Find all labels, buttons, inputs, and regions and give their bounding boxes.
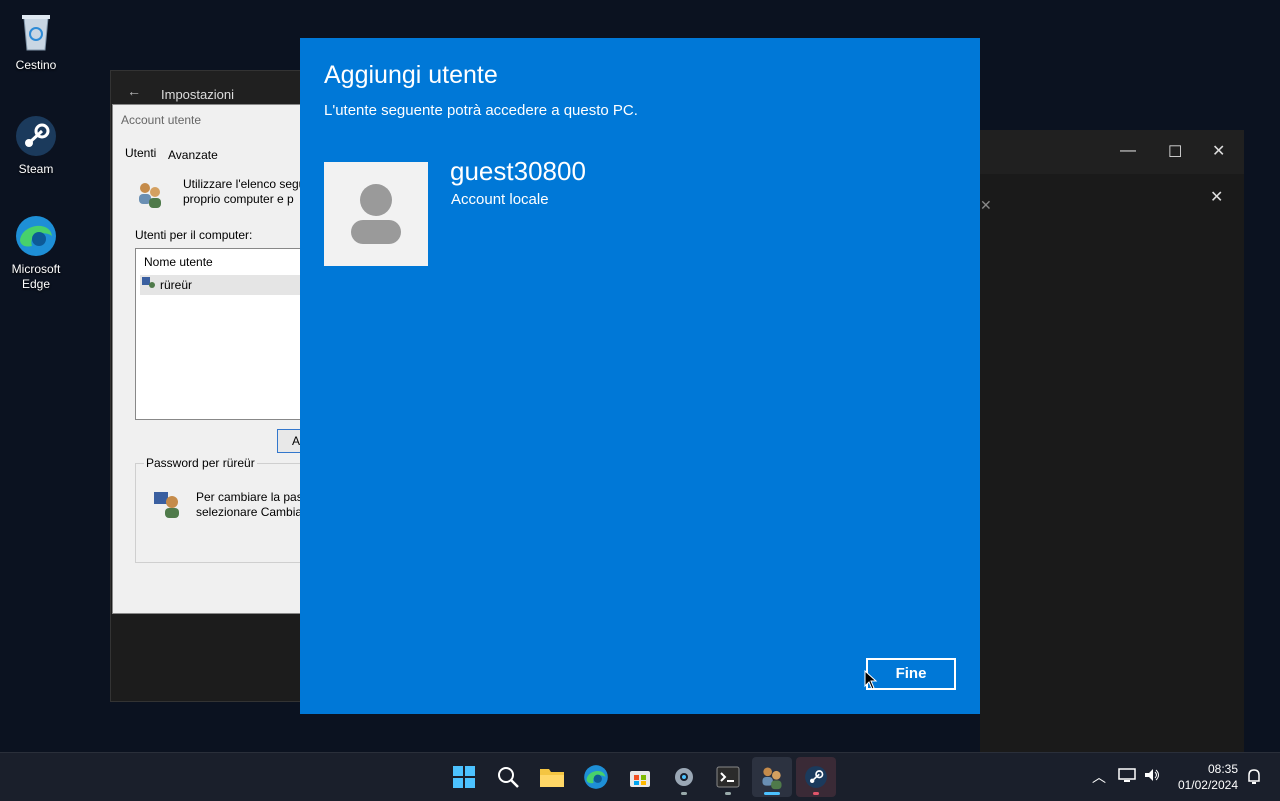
password-group: Password per rüreür Per cambiare la pas … <box>135 456 313 563</box>
edge-icon <box>14 214 58 258</box>
attention-indicator <box>813 792 819 795</box>
taskbar-file-explorer[interactable] <box>532 757 572 797</box>
clock-date[interactable]: 01/02/2024 <box>1178 778 1238 792</box>
password-group-title: Password per rüreür <box>144 456 257 470</box>
desktop-icon-label: Steam <box>18 162 54 176</box>
search-icon <box>498 767 519 788</box>
close-icon[interactable]: ✕ <box>1210 187 1223 207</box>
dialog-title: Account utente <box>121 113 202 127</box>
edge-icon <box>584 765 608 789</box>
tab-users[interactable]: Utenti <box>125 146 156 160</box>
user-silhouette-icon <box>351 184 401 244</box>
password-text: Per cambiare la pas selezionare Cambia <box>196 490 303 519</box>
chevron-up-icon[interactable]: ︿ <box>1092 767 1106 787</box>
background-window: — ☐ ✕ ✕ ✕ <box>980 130 1244 752</box>
desktop-icon-label: Cestino <box>15 58 57 72</box>
background-window-titlebar: — ☐ ✕ <box>980 130 1244 174</box>
taskbar-settings[interactable] <box>664 757 704 797</box>
list-item-label: rüreür <box>160 278 193 292</box>
modal-title: Aggiungi utente <box>324 61 498 89</box>
settings-icon <box>675 768 693 786</box>
taskbar-edge[interactable] <box>576 757 616 797</box>
done-button[interactable]: Fine <box>866 658 956 690</box>
steam-icon <box>14 114 58 158</box>
user-accounts-icon <box>762 767 782 790</box>
users-label: Utenti per il computer: <box>135 228 253 242</box>
notification-icon[interactable] <box>1246 768 1262 791</box>
avatar <box>324 162 428 266</box>
running-indicator <box>681 792 687 795</box>
desktop-icon-steam[interactable]: Steam <box>0 114 72 177</box>
start-button[interactable] <box>444 757 484 797</box>
start-icon <box>453 766 475 788</box>
close-icon[interactable]: ✕ <box>980 197 992 214</box>
user-password-icon <box>152 488 184 523</box>
terminal-icon <box>716 766 740 788</box>
store-icon <box>630 771 650 787</box>
user-icon <box>142 277 156 294</box>
desktop-icon-recycle-bin[interactable]: Cestino <box>0 10 72 73</box>
user-accounts-dialog: Account utente Utenti Avanzate Utilizzar… <box>112 104 317 614</box>
username: guest30800 <box>450 156 586 186</box>
intro-text: Utilizzare l'elenco segu proprio compute… <box>183 177 306 206</box>
users-list[interactable]: Nome utente rüreür <box>135 248 317 420</box>
network-icon[interactable] <box>1118 767 1136 788</box>
steam-icon <box>805 766 827 788</box>
active-indicator <box>764 792 780 795</box>
mouse-cursor-icon <box>864 669 878 695</box>
taskbar-user-accounts[interactable] <box>752 757 792 797</box>
list-item[interactable]: rüreür <box>140 275 312 295</box>
taskbar-store[interactable] <box>620 757 660 797</box>
file-explorer-icon <box>540 769 564 787</box>
search-button[interactable] <box>488 757 528 797</box>
close-icon[interactable]: ✕ <box>1212 141 1225 161</box>
running-indicator <box>725 792 731 795</box>
add-user-modal: Aggiungi utente L'utente seguente potrà … <box>300 38 980 714</box>
taskbar-terminal[interactable] <box>708 757 748 797</box>
users-icon <box>135 179 165 212</box>
desktop-icon-label: Microsoft Edge <box>11 262 61 291</box>
tab-advanced[interactable]: Avanzate <box>168 148 218 162</box>
recycle-bin-icon <box>14 10 58 54</box>
back-arrow-icon[interactable]: ← <box>127 83 141 99</box>
desktop-icon-edge[interactable]: Microsoft Edge <box>0 214 72 292</box>
taskbar: ︿ 08:35 01/02/2024 <box>0 752 1280 801</box>
maximize-icon[interactable]: ☐ <box>1168 142 1182 162</box>
taskbar-steam[interactable] <box>796 757 836 797</box>
settings-title: Impostazioni <box>161 87 234 102</box>
minimize-icon[interactable]: — <box>1120 142 1136 160</box>
volume-icon[interactable] <box>1143 767 1161 788</box>
clock-time[interactable]: 08:35 <box>1208 762 1238 776</box>
list-header[interactable]: Nome utente <box>144 255 213 269</box>
modal-subtitle: L'utente seguente potrà accedere a quest… <box>324 102 638 119</box>
account-type: Account locale <box>451 191 549 208</box>
